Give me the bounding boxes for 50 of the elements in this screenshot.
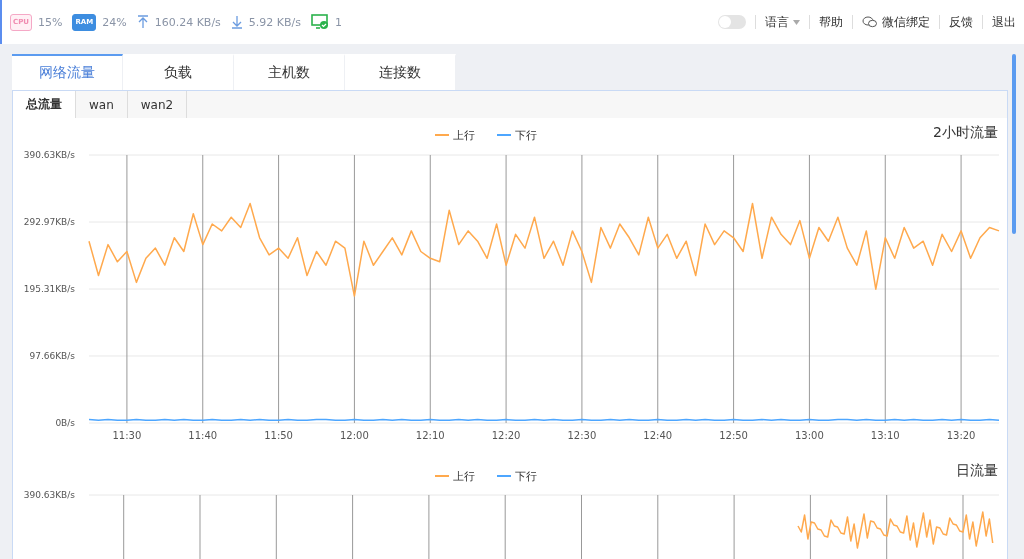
tab[interactable]: 主机数 [234,54,345,90]
x-tick-label: 12:50 [719,430,748,441]
legend-item[interactable]: 下行 [497,470,537,483]
legend-label: 上行 [453,129,475,142]
x-tick-label: 12:00 [340,430,369,441]
sub-tab[interactable]: wan [76,91,128,118]
tab[interactable]: 连接数 [345,54,456,90]
legend-label: 下行 [515,129,537,142]
y-tick-label: 390.63KB/s [23,490,75,500]
monitor-check-icon [311,14,329,30]
y-tick-label: 97.66KB/s [29,351,75,361]
cpu-usage: 15% [37,15,63,29]
x-tick-label: 11:40 [188,430,218,441]
tab[interactable]: 负载 [123,54,234,90]
download-arrow-icon [230,15,243,29]
caret-icon [793,19,800,25]
upload-speed: 160.24 KB/s [154,15,221,29]
x-tick-label: 13:20 [946,430,976,441]
nav-link[interactable]: 帮助 [819,13,843,31]
sub-tab[interactable]: 总流量 [13,91,76,118]
x-tick-label: 12:10 [415,430,445,441]
y-tick-label: 390.63KB/s [23,150,75,160]
x-tick-label: 12:30 [567,430,597,441]
download-speed: 5.92 KB/s [248,15,301,29]
chart-title: 2小时流量 [933,124,998,140]
language-dropdown[interactable]: 语言 [765,13,800,31]
legend-item[interactable]: 上行 [435,470,475,483]
nav-link[interactable]: 微信绑定 [862,13,930,31]
chat-bubbles-icon [862,15,878,29]
y-tick-label: 292.97KB/s [23,217,75,227]
nav-link[interactable]: 反馈 [949,13,973,31]
legend-item[interactable]: 下行 [497,129,537,142]
x-tick-label: 12:20 [491,430,521,441]
x-tick-label: 13:00 [795,430,824,441]
toggle-switch[interactable] [718,15,746,29]
chart-title: 日流量 [956,462,998,478]
x-tick-label: 11:50 [264,430,293,441]
y-tick-label: 195.31KB/s [23,284,75,294]
ram-usage: 24% [102,15,127,29]
sub-tab[interactable]: wan2 [127,91,188,118]
upload-arrow-icon [136,15,149,29]
x-tick-label: 13:10 [870,430,900,441]
y-tick-label: 0B/s [55,418,75,428]
tab[interactable]: 网络流量 [12,54,123,90]
legend-item[interactable]: 上行 [435,129,475,142]
nav-link[interactable]: 退出 [992,13,1016,31]
device-count: 1 [335,15,342,29]
x-tick-label: 12:40 [643,430,673,441]
x-tick-label: 11:30 [112,430,142,441]
scrollbar-thumb[interactable] [1012,54,1016,234]
